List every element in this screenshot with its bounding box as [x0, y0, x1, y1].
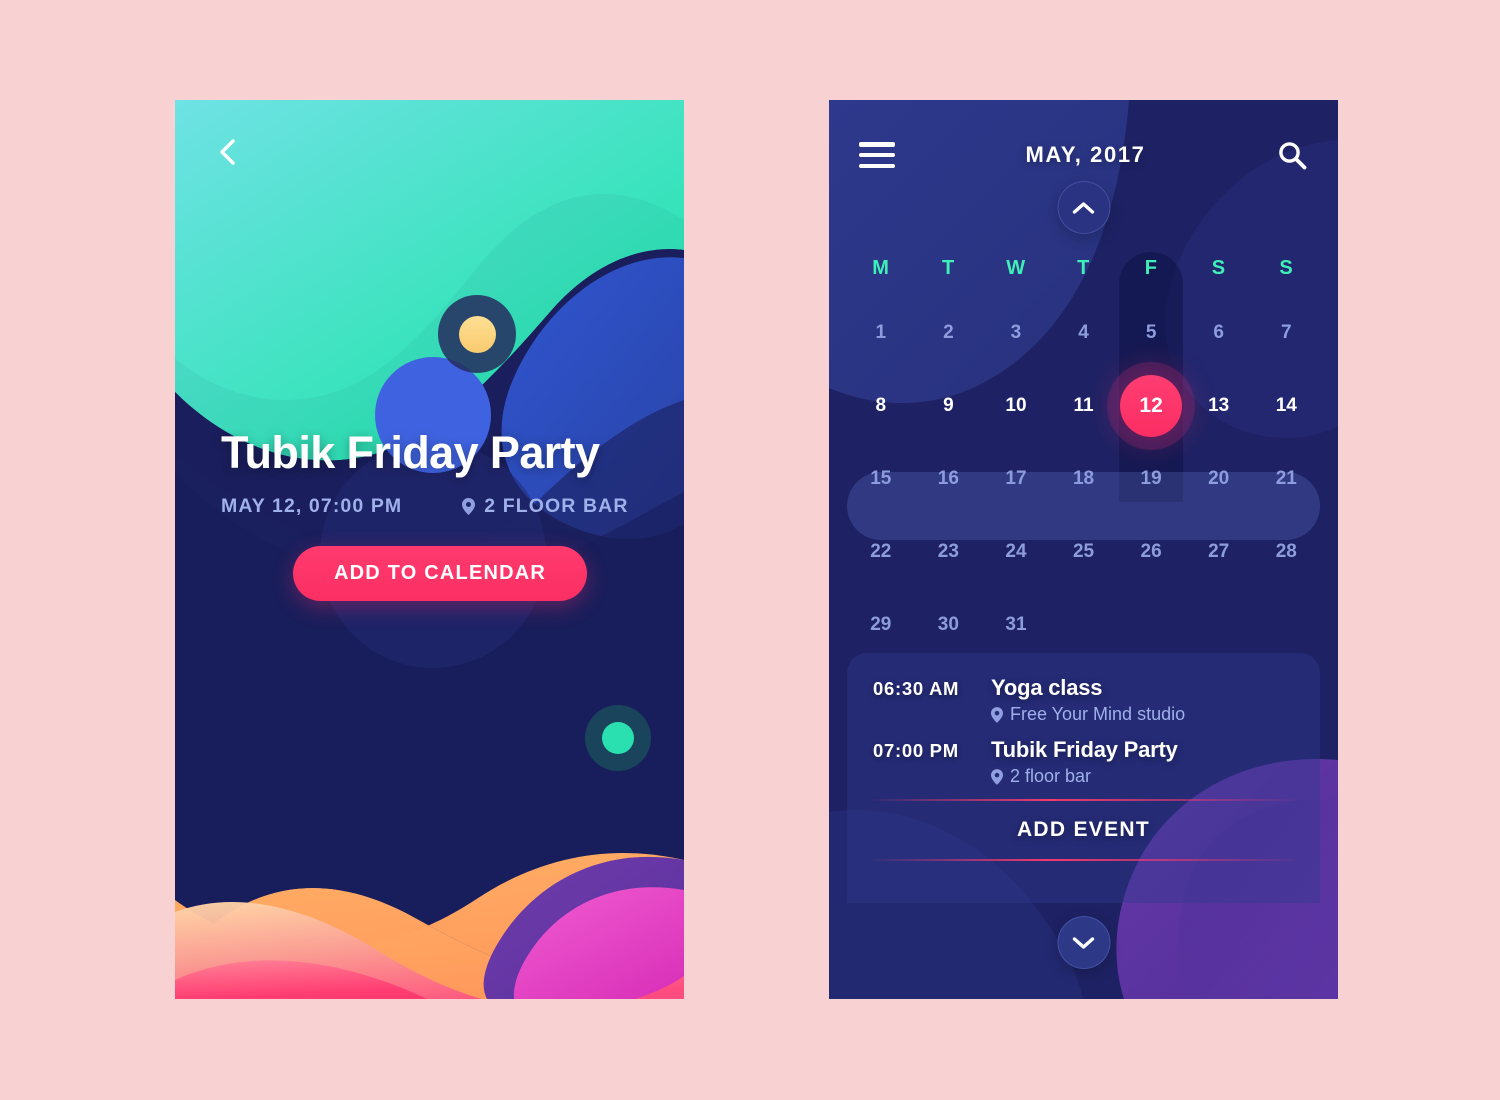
events-panel: 06:30 AM Yoga class Free Your Mind studi…: [847, 653, 1320, 903]
collapse-calendar-button[interactable]: [1057, 181, 1110, 234]
add-to-calendar-button[interactable]: ADD TO CALENDAR: [293, 546, 588, 601]
page-title: Tubik Friday Party: [221, 427, 600, 478]
day-cell[interactable]: 6: [1185, 296, 1253, 369]
expand-calendar-button[interactable]: [1057, 916, 1110, 969]
day-cell[interactable]: 7: [1252, 296, 1320, 369]
map-pin-icon: [991, 768, 1003, 785]
day-cell[interactable]: 5: [1117, 296, 1185, 369]
day-cell[interactable]: 28: [1252, 515, 1320, 588]
event-list-item[interactable]: 06:30 AM Yoga class Free Your Mind studi…: [873, 675, 1294, 725]
event-details: Yoga class Free Your Mind studio: [991, 675, 1294, 725]
chevron-down-icon: [1072, 936, 1095, 949]
selected-day-badge[interactable]: 12: [1120, 374, 1183, 437]
day-cell[interactable]: 23: [915, 515, 983, 588]
event-time: 07:00 PM: [873, 740, 959, 761]
event-venue-label: 2 FLOOR BAR: [484, 495, 629, 517]
day-cell[interactable]: 1: [847, 296, 915, 369]
calendar-week-row: 22 23 24 25 26 27 28: [847, 515, 1320, 588]
event-datetime: MAY 12, 07:00 PM: [221, 495, 403, 517]
day-cell[interactable]: 10: [982, 369, 1050, 442]
calendar-week-row: 15 16 17 18 19 20 21: [847, 442, 1320, 515]
event-list-item[interactable]: 07:00 PM Tubik Friday Party 2 floor bar: [873, 737, 1294, 787]
calendar-week-row: 1 2 3 4 5 6 7: [847, 296, 1320, 369]
chevron-up-icon: [1072, 201, 1095, 214]
day-cell[interactable]: 22: [847, 515, 915, 588]
day-cell-empty: [1117, 588, 1185, 661]
weekday-cell: S: [1279, 257, 1294, 279]
day-cell[interactable]: 11: [1050, 369, 1118, 442]
day-cell[interactable]: 18: [1050, 442, 1118, 515]
event-time: 06:30 AM: [873, 678, 960, 699]
map-pin-icon: [991, 706, 1003, 723]
event-name: Tubik Friday Party: [991, 737, 1178, 762]
day-cell[interactable]: 26: [1117, 515, 1185, 588]
weekday-cell: T: [1077, 257, 1090, 279]
add-event-button[interactable]: ADD EVENT: [873, 801, 1294, 859]
day-cell[interactable]: 20: [1185, 442, 1253, 515]
calendar-week-row-selected: 8 9 10 11 12 13 14: [847, 369, 1320, 442]
hamburger-menu-icon[interactable]: [859, 142, 895, 168]
day-cell[interactable]: 21: [1252, 442, 1320, 515]
calendar-screen: MAY, 2017 12 M T W T F S S 1 2 3 4 5 6 7…: [829, 100, 1338, 999]
day-cell[interactable]: 24: [982, 515, 1050, 588]
event-details: Tubik Friday Party 2 floor bar: [991, 737, 1294, 787]
day-cell[interactable]: 31: [982, 588, 1050, 661]
event-meta: MAY 12, 07:00 PM 2 FLOOR BAR: [221, 495, 638, 518]
day-cell[interactable]: 13: [1185, 369, 1253, 442]
weekday-cell: S: [1211, 257, 1226, 279]
calendar-week-row: 29 30 31: [847, 588, 1320, 661]
back-button[interactable]: [211, 135, 245, 169]
day-cell[interactable]: 15: [847, 442, 915, 515]
day-cell[interactable]: 17: [982, 442, 1050, 515]
day-cell-empty: [1252, 588, 1320, 661]
event-location: Free Your Mind studio: [991, 704, 1294, 725]
event-name: Yoga class: [991, 675, 1103, 700]
day-cell[interactable]: 29: [847, 588, 915, 661]
weekday-cell: T: [942, 257, 955, 279]
search-icon: [1279, 142, 1307, 170]
event-location: 2 floor bar: [991, 766, 1294, 787]
day-cell-empty: [1185, 588, 1253, 661]
map-pin-icon: [462, 498, 476, 515]
day-cell[interactable]: 2: [915, 296, 983, 369]
weekday-cell-active: F: [1144, 257, 1158, 279]
day-cell[interactable]: 25: [1050, 515, 1118, 588]
weekday-cell: M: [872, 257, 890, 279]
day-cell[interactable]: 14: [1252, 369, 1320, 442]
month-year-label: MAY, 2017: [1025, 142, 1146, 167]
event-venue: 2 FLOOR BAR: [462, 495, 628, 518]
chevron-left-icon: [220, 139, 235, 165]
day-cell[interactable]: 9: [915, 369, 983, 442]
event-detail-screen: Tubik Friday Party MAY 12, 07:00 PM 2 FL…: [175, 100, 684, 999]
search-button[interactable]: [1276, 139, 1308, 171]
day-cell[interactable]: 30: [915, 588, 983, 661]
divider-bottom: [873, 859, 1294, 861]
day-cell[interactable]: 19: [1117, 442, 1185, 515]
day-cell[interactable]: 27: [1185, 515, 1253, 588]
event-hero: Tubik Friday Party MAY 12, 07:00 PM 2 FL…: [175, 430, 684, 601]
day-cell[interactable]: 8: [847, 369, 915, 442]
teal-dot-icon: [602, 722, 634, 754]
calendar-grid: M T W T F S S 1 2 3 4 5 6 7 8 9 10 11 12…: [829, 240, 1338, 661]
weekday-cell: W: [1006, 257, 1026, 279]
day-cell[interactable]: 3: [982, 296, 1050, 369]
weekday-header-row: M T W T F S S: [847, 240, 1320, 296]
day-cell[interactable]: 4: [1050, 296, 1118, 369]
day-cell-empty: [1050, 588, 1118, 661]
day-cell[interactable]: 16: [915, 442, 983, 515]
event-location-label: 2 floor bar: [1010, 766, 1092, 786]
event-location-label: Free Your Mind studio: [1010, 704, 1186, 724]
yellow-dot-icon: [459, 316, 496, 353]
